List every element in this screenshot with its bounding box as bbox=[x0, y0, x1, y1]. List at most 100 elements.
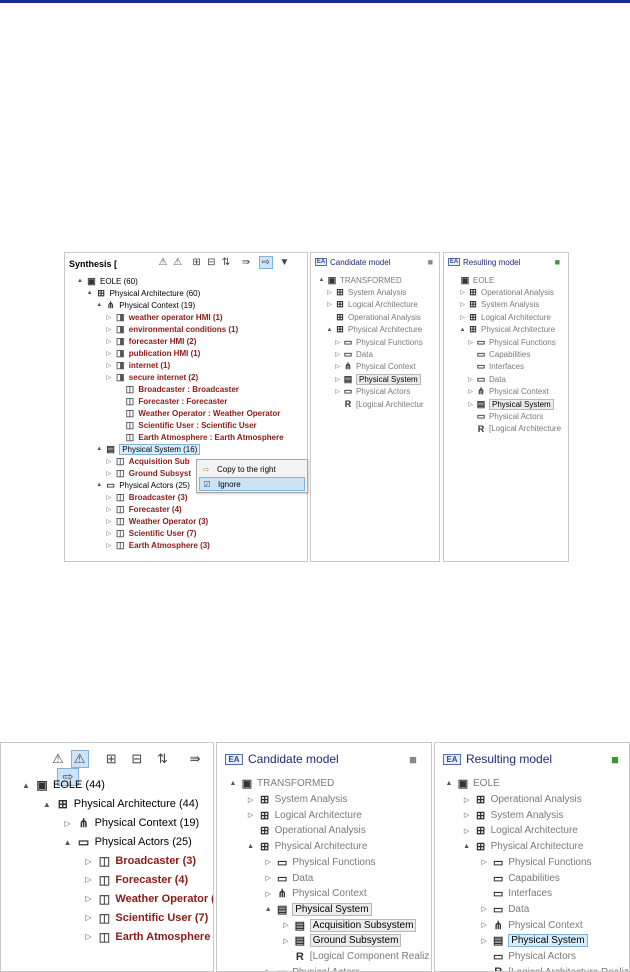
expand-toggle-icon[interactable]: ▲ bbox=[325, 327, 334, 333]
expand-all-icon[interactable]: ⊞ bbox=[191, 257, 203, 268]
expand-toggle-icon[interactable]: ▷ bbox=[245, 811, 257, 819]
expand-toggle-icon[interactable]: ▷ bbox=[333, 376, 342, 383]
expand-toggle-icon[interactable]: ▷ bbox=[262, 890, 274, 898]
tree-item[interactable]: ▷ ▤ Acquisition Subsystem bbox=[280, 917, 417, 933]
expand-toggle-icon[interactable]: ▷ bbox=[104, 542, 114, 549]
expand-toggle-icon[interactable]: ▷ bbox=[104, 506, 114, 513]
tree-item[interactable]: ▲ ▤ Physical System (16) bbox=[94, 443, 201, 455]
tree-item[interactable]: ▷ ▭ Data bbox=[466, 373, 506, 385]
tree-item[interactable]: ▷ ⊞ System Analysis bbox=[458, 299, 539, 311]
tree-item[interactable]: ▷ ▭ Physical Functions bbox=[478, 855, 591, 871]
tree-item[interactable]: ▷ ◨ secure internet (2) bbox=[104, 371, 198, 383]
expand-toggle-icon[interactable]: ▷ bbox=[478, 937, 490, 945]
tree-item[interactable]: ▷◫Earth Atmosphere (3) bbox=[81, 927, 213, 946]
tree-item[interactable]: ▷ ◫ Forecaster (4) bbox=[104, 503, 181, 515]
tree-item[interactable]: ▷ ◫ Ground Subsyst bbox=[104, 467, 191, 479]
tree-item[interactable]: ▲ ▭ Physical Actors (25) bbox=[61, 833, 192, 852]
expand-toggle-icon[interactable]: ▷ bbox=[478, 921, 490, 929]
sort-icon[interactable]: ⇅ bbox=[154, 751, 172, 767]
expand-toggle-icon[interactable]: ▲ bbox=[75, 278, 85, 284]
tree-item[interactable]: ▲ ▣ TRANSFORMED bbox=[317, 274, 402, 286]
expand-toggle-icon[interactable]: ▷ bbox=[458, 289, 467, 296]
tree-item[interactable]: ▷ ◨ publication HMI (1) bbox=[104, 347, 200, 359]
expand-toggle-icon[interactable]: ▲ bbox=[443, 780, 455, 787]
expand-toggle-icon[interactable]: ▷ bbox=[262, 874, 274, 882]
expand-toggle-icon[interactable]: ▷ bbox=[61, 819, 75, 828]
tree-item[interactable]: ▷ ▤ Ground Subsystem bbox=[280, 933, 402, 949]
tree-item[interactable]: ▲ ▤ Physical System bbox=[262, 902, 372, 918]
expand-toggle-icon[interactable]: ▲ bbox=[458, 327, 467, 333]
expand-toggle-icon[interactable]: ▲ bbox=[40, 800, 54, 809]
expand-toggle-icon[interactable]: ▷ bbox=[333, 339, 342, 346]
expand-toggle-icon[interactable]: ▷ bbox=[104, 350, 114, 357]
expand-toggle-icon[interactable]: ▷ bbox=[81, 875, 95, 884]
expand-toggle-icon[interactable]: ▷ bbox=[333, 351, 342, 358]
tree-item[interactable]: ▷ ◫ Weather Operator (3) bbox=[81, 889, 213, 908]
tree-item[interactable]: ▭ Capabilities bbox=[466, 348, 531, 360]
tree-item[interactable]: ▷ ▭ Physical Functions bbox=[262, 855, 375, 871]
expand-toggle-icon[interactable]: ▷ bbox=[466, 339, 475, 346]
expand-toggle-icon[interactable]: ▲ bbox=[317, 277, 326, 283]
expand-toggle-icon[interactable]: ▷ bbox=[333, 363, 342, 370]
tree-item[interactable]: R [Logical Architectur bbox=[333, 398, 424, 410]
tree-item[interactable]: ▷ ⋔ Physical Context bbox=[478, 917, 582, 933]
tree-item[interactable]: ▷ ⊞ System Analysis bbox=[461, 807, 564, 823]
tree-item[interactable]: ▷ ▭ Data bbox=[262, 870, 313, 886]
expand-toggle-icon[interactable]: ▷ bbox=[104, 326, 114, 333]
filter-icon[interactable]: ⚠ bbox=[49, 751, 67, 767]
tree-item[interactable]: ▲ ⋔ Physical Context (19) bbox=[94, 299, 195, 311]
collapse-all-icon[interactable]: ⊟ bbox=[128, 751, 146, 767]
filter-icon[interactable]: ⚠ bbox=[157, 257, 169, 268]
tree-item[interactable]: ▷ ⊞ Logical Architecture bbox=[458, 311, 551, 323]
tree-item[interactable]: ▷ ◫ Scientific User (7) bbox=[104, 527, 196, 539]
tree-item[interactable]: ⊞ Operational Analysis bbox=[325, 311, 421, 323]
tree-item[interactable]: ▷ ◨ forecaster HMI (2) bbox=[104, 335, 196, 347]
tree-item[interactable]: ▷ ▭ Physical Functions bbox=[466, 336, 556, 348]
tree-item[interactable]: ▲ ⊞ Physical Architecture (60) bbox=[85, 287, 201, 299]
tree-item[interactable]: ▷ ⊞ Logical Architecture bbox=[461, 823, 578, 839]
tree-item[interactable]: ▷ ⊞ System Analysis bbox=[325, 286, 406, 298]
lock-icon[interactable]: ■ bbox=[428, 257, 433, 267]
tree-item[interactable]: ◫ Scientific User : Scientific User bbox=[113, 419, 257, 431]
expand-toggle-icon[interactable]: ▷ bbox=[461, 796, 473, 804]
tree-item[interactable]: ▭ Capabilities bbox=[478, 870, 560, 886]
tree-item[interactable]: ▲ ⊞ Physical Architecture (44) bbox=[40, 795, 199, 814]
tree-item[interactable]: ▷ ◨ environmental conditions (1) bbox=[104, 323, 238, 335]
tree-item[interactable]: ▣ EOLE bbox=[450, 274, 495, 286]
expand-toggle-icon[interactable]: ▲ bbox=[85, 290, 95, 296]
menu-item-ignore[interactable]: ☑ Ignore bbox=[199, 477, 305, 491]
tree-item[interactable]: ▷ ▤ Physical System bbox=[478, 933, 588, 949]
expand-toggle-icon[interactable]: ▷ bbox=[262, 968, 274, 971]
tree-item[interactable]: ▷ ⊞ System Analysis bbox=[245, 792, 348, 808]
sort-icon[interactable]: ⇅ bbox=[220, 257, 232, 268]
tree-item[interactable]: ▲ ▭ Physical Actors (25) bbox=[94, 479, 190, 491]
tree-item[interactable]: ▭ Interfaces bbox=[466, 361, 524, 373]
tree-item[interactable]: ▷◫Earth Atmosphere (3) bbox=[104, 539, 209, 551]
tree-item[interactable]: R [Logical Component Realiz bbox=[280, 949, 430, 965]
expand-toggle-icon[interactable]: ▷ bbox=[262, 858, 274, 866]
expand-toggle-icon[interactable]: ▷ bbox=[478, 905, 490, 913]
expand-toggle-icon[interactable]: ▷ bbox=[325, 301, 334, 308]
tree-item[interactable]: ▲ ▣ EOLE bbox=[443, 776, 500, 792]
expand-toggle-icon[interactable]: ▷ bbox=[466, 401, 475, 408]
tree-item[interactable]: ▷ ⋔ Physical Context bbox=[262, 886, 366, 902]
expand-all-icon[interactable]: ⊞ bbox=[102, 751, 120, 767]
tree-item[interactable]: ▷ ⊞ Logical Architecture bbox=[325, 299, 418, 311]
expand-toggle-icon[interactable]: ▷ bbox=[280, 937, 292, 945]
expand-toggle-icon[interactable]: ▷ bbox=[104, 338, 114, 345]
tree-item[interactable]: ▭ Interfaces bbox=[478, 886, 552, 902]
lock-icon[interactable]: ■ bbox=[409, 752, 417, 767]
tree-item[interactable]: ▲ ⊞ Physical Architecture bbox=[245, 839, 367, 855]
expand-toggle-icon[interactable]: ▷ bbox=[458, 314, 467, 321]
tree-item[interactable]: ▲ ⊞ Physical Architecture bbox=[458, 324, 556, 336]
tree-item[interactable]: ▷ ◫ Scientific User (7) bbox=[81, 908, 208, 927]
expand-toggle-icon[interactable]: ▷ bbox=[81, 932, 95, 941]
tree-item[interactable]: ▲ ▣ TRANSFORMED bbox=[227, 776, 335, 792]
expand-toggle-icon[interactable]: ▷ bbox=[81, 857, 95, 866]
expand-toggle-icon[interactable]: ▷ bbox=[333, 388, 342, 395]
expand-toggle-icon[interactable]: ▷ bbox=[325, 289, 334, 296]
expand-toggle-icon[interactable]: ▲ bbox=[94, 302, 104, 308]
tree-item[interactable]: ▷ ▭ Data bbox=[478, 902, 529, 918]
tree-item[interactable]: ▭ Physical Actors bbox=[466, 410, 544, 422]
tree-item[interactable]: ▷ ⋔ Physical Context bbox=[333, 361, 415, 373]
